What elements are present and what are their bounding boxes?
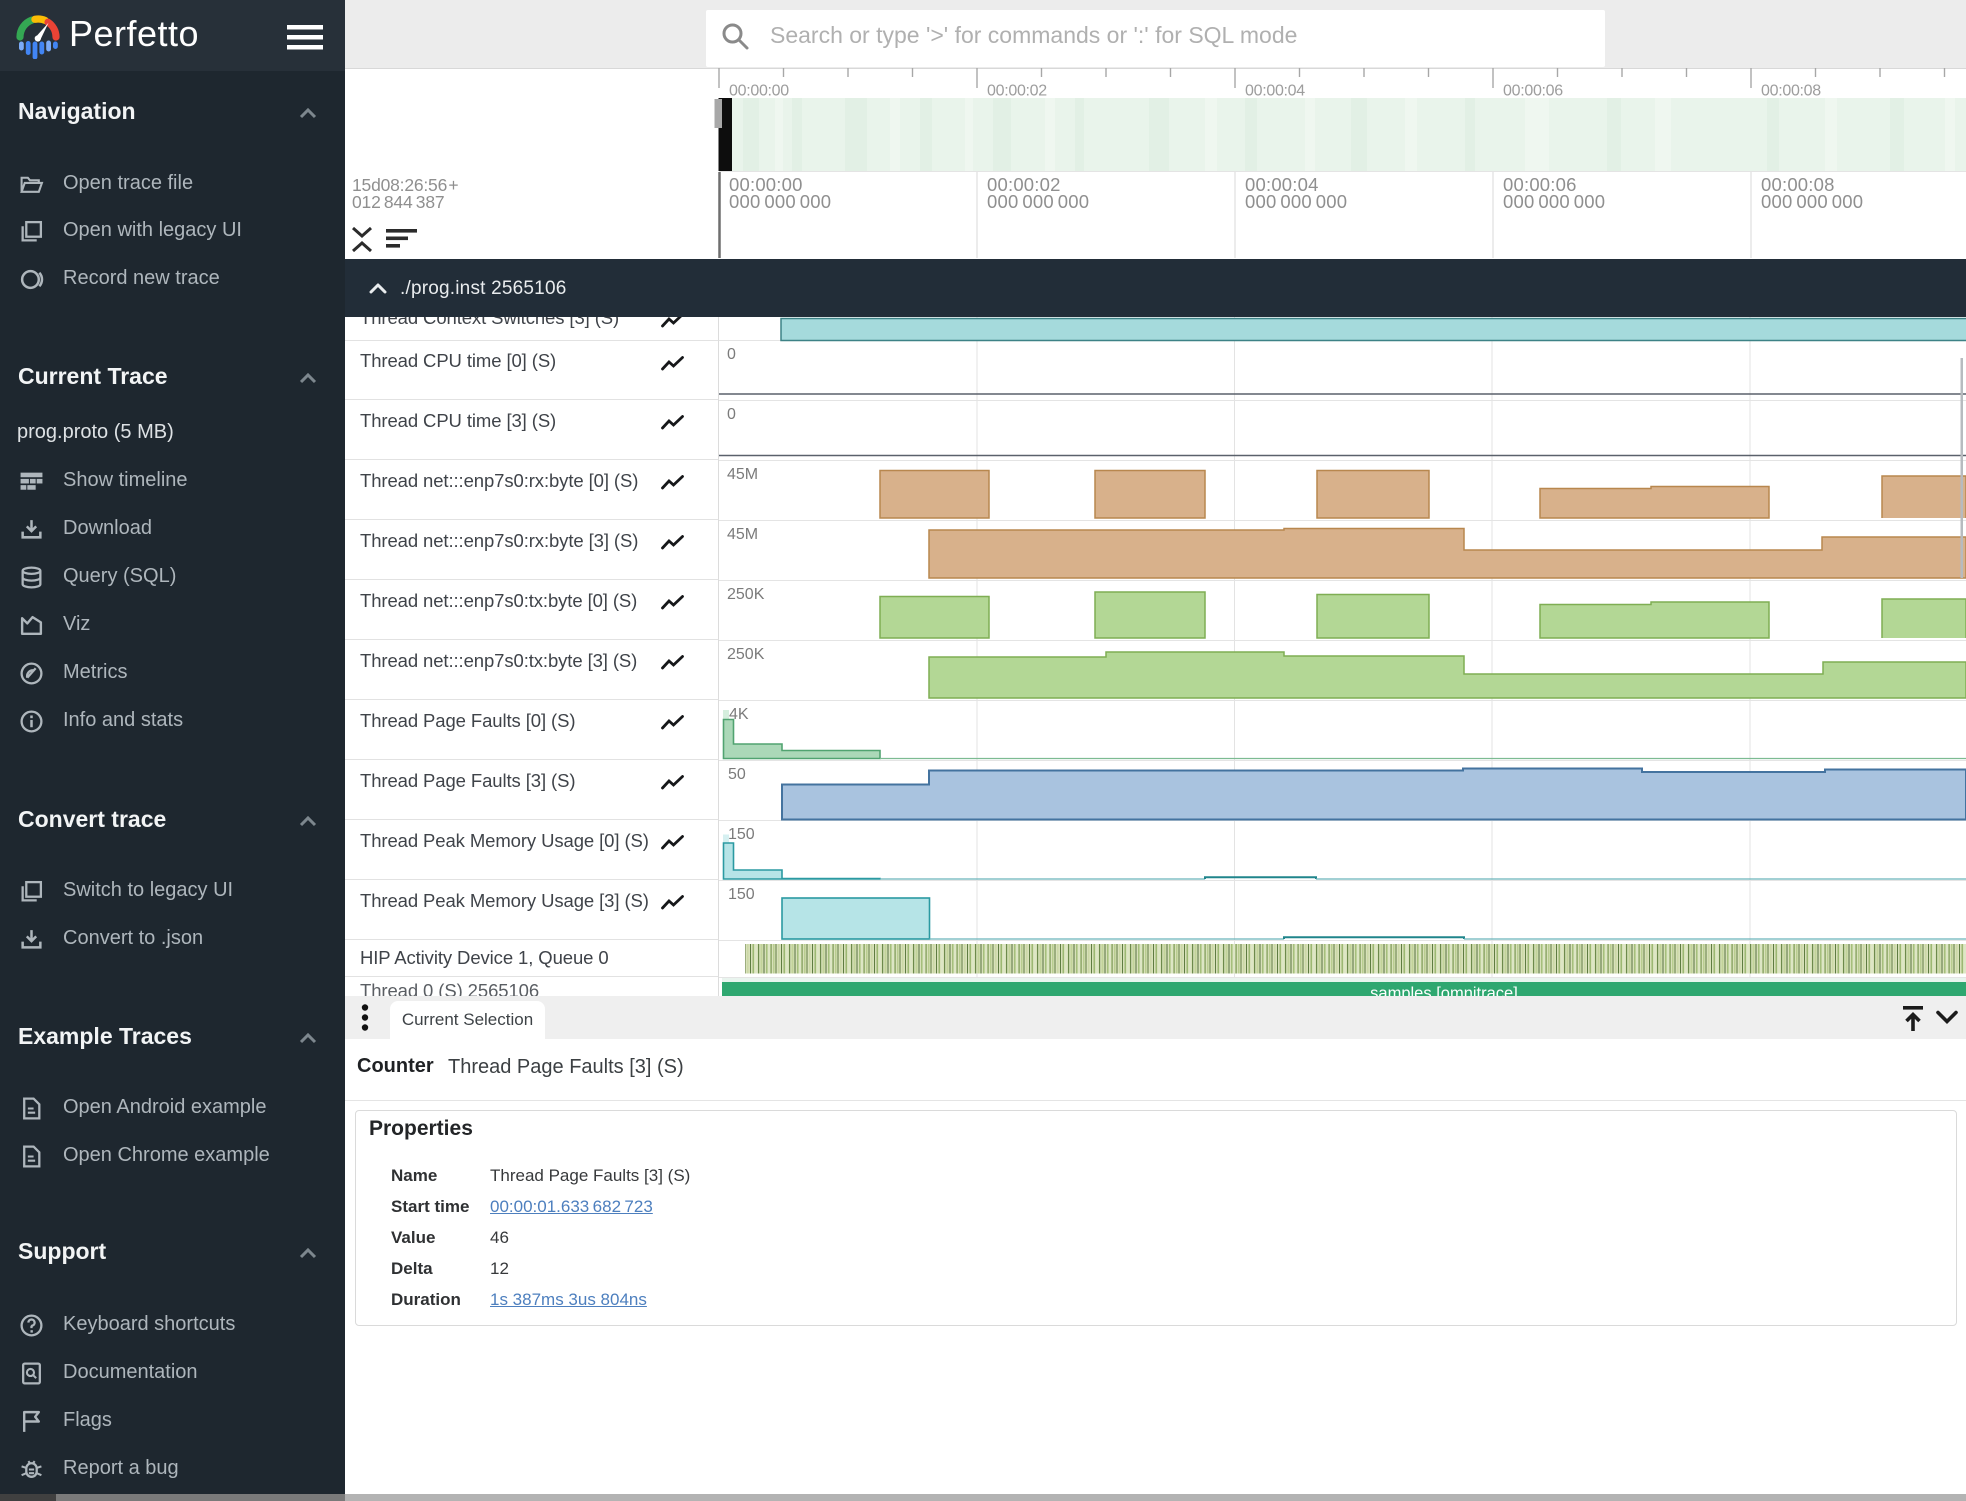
svg-text:250K: 250K [727,586,765,603]
svg-text:00:00:02: 00:00:02 [987,83,1047,100]
svg-text:000 000 000: 000 000 000 [1761,191,1863,212]
svg-text:012 844 387: 012 844 387 [352,192,444,212]
svg-text:150: 150 [728,886,755,903]
svg-text:0: 0 [727,406,736,423]
svg-text:00:00:06: 00:00:06 [1503,83,1563,100]
svg-text:000 000 000: 000 000 000 [729,191,831,212]
svg-text:0: 0 [727,346,736,363]
svg-text:000 000 000: 000 000 000 [1503,191,1605,212]
svg-text:000 000 000: 000 000 000 [1245,191,1347,212]
svg-text:00:00:08: 00:00:08 [1761,83,1821,100]
svg-text:00:00:00: 00:00:00 [729,83,789,100]
svg-text:45M: 45M [727,466,758,483]
svg-text:45M: 45M [727,526,758,543]
svg-text:50: 50 [728,766,746,783]
svg-text:150: 150 [728,826,755,843]
svg-text:00:00:04: 00:00:04 [1245,83,1305,100]
svg-text:250K: 250K [727,646,765,663]
svg-text:000 000 000: 000 000 000 [987,191,1089,212]
svg-text:samples [omnitrace]: samples [omnitrace] [1370,985,1518,997]
